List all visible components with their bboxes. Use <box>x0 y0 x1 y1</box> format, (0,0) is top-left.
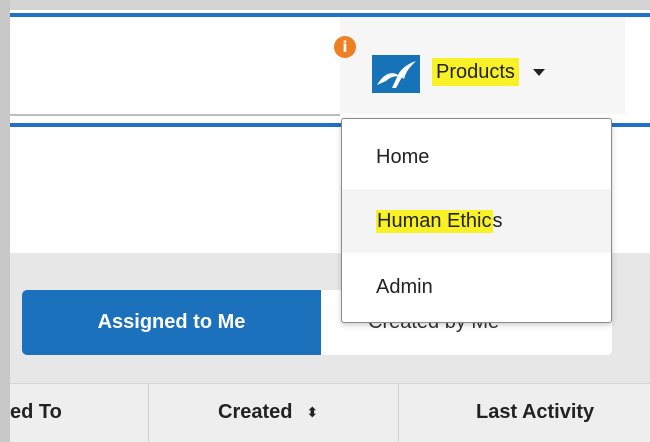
column-label: Last Activity <box>476 401 595 423</box>
column-header-assigned-to[interactable]: ed To <box>10 383 62 442</box>
column-divider <box>148 383 149 442</box>
window-left-edge <box>0 0 10 442</box>
menu-item-label-rest: s <box>492 209 503 232</box>
window-top-edge <box>0 0 650 10</box>
tab-label: Assigned to Me <box>97 311 246 333</box>
products-dropdown-toggle[interactable]: Products <box>432 57 545 87</box>
menu-item-label-highlighted: Human Ethic <box>376 209 493 233</box>
menu-item-admin[interactable]: Admin <box>342 255 611 319</box>
products-label[interactable]: Products <box>432 58 519 86</box>
column-header-created[interactable]: Created ⬍ <box>218 383 318 442</box>
tab-assigned-to-me[interactable]: Assigned to Me <box>22 290 321 355</box>
column-divider <box>398 383 399 442</box>
menu-item-label: Admin <box>376 275 433 298</box>
sort-icon[interactable]: ⬍ <box>306 406 318 420</box>
menu-item-human-ethics[interactable]: Human Ethic s <box>342 189 611 253</box>
products-dropdown-menu: Home Human Ethic s Admin <box>341 118 612 323</box>
bird-logo-icon[interactable] <box>372 55 420 93</box>
menu-item-label: Home <box>376 145 430 168</box>
menu-item-home[interactable]: Home <box>342 125 611 189</box>
caret-down-icon[interactable] <box>532 68 545 76</box>
column-label: Created <box>218 401 293 423</box>
header-divider <box>10 114 340 116</box>
column-header-last-activity[interactable]: Last Activity <box>476 383 594 442</box>
info-icon[interactable]: i <box>334 36 356 58</box>
column-label: ed To <box>10 401 62 423</box>
